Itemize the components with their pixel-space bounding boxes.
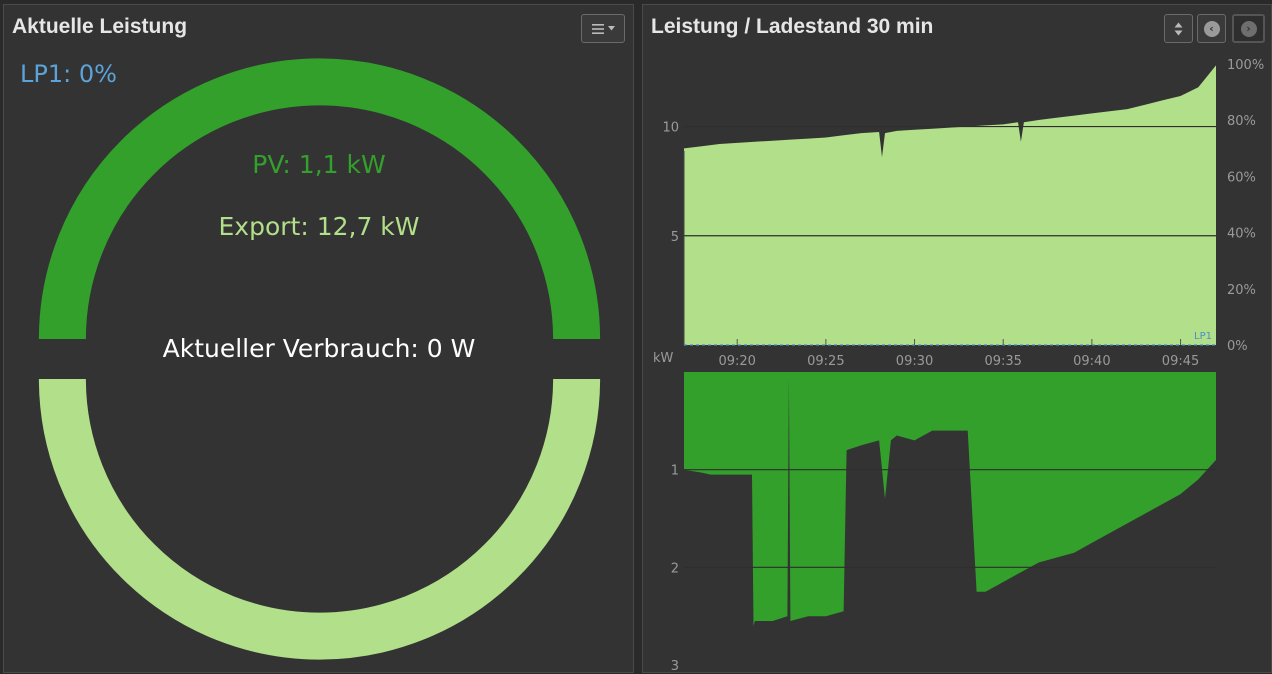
right-y-tick-label: 40% [1227, 227, 1256, 242]
top-y-tick-label: 10 [662, 121, 679, 136]
right-y-tick-label: 100% [1227, 58, 1264, 73]
export-label: Export: 12,7 kW [218, 212, 419, 241]
x-tick-label: 09:30 [896, 354, 933, 369]
consumption-label: Aktueller Verbrauch: 0 W [163, 334, 476, 363]
x-tick-label: 09:45 [1162, 354, 1199, 369]
pv-arc [38, 58, 601, 340]
bottom-y-tick-label: 3 [671, 659, 679, 674]
bottom-y-tick-label: 2 [671, 561, 679, 576]
history-chart: 10 5 LP1 100% 80% 60% 40% 20% 0% 09:20 09:25 09:30 0… [653, 58, 1264, 674]
y-unit-label: kW [653, 351, 674, 366]
top-area-series [684, 65, 1216, 346]
right-y-tick-label: 0% [1227, 339, 1248, 354]
right-y-tick-label: 80% [1227, 114, 1256, 129]
history-chart-panel: Leistung / Ladestand 30 min ‹ › 10 5 LP1 10… [642, 4, 1272, 674]
right-y-tick-label: 60% [1227, 170, 1256, 185]
x-tick-label: 09:35 [984, 354, 1021, 369]
bottom-area-series [684, 372, 1216, 626]
lp-series-label: LP1 [1194, 331, 1212, 342]
top-y-tick-label: 5 [671, 230, 679, 245]
pv-label: PV: 1,1 kW [252, 150, 385, 179]
export-arc [38, 378, 601, 660]
gauge-svg: LP1: 0% PV: 1,1 kW Export: 12,7 kW Aktue… [20, 58, 601, 660]
power-gauge-panel: Aktuelle Leistung LP1: 0% PV: 1,1 kW Exp… [3, 4, 634, 673]
x-tick-label: 09:25 [807, 354, 844, 369]
bottom-y-tick-label: 1 [671, 464, 679, 479]
x-tick-label: 09:20 [718, 354, 755, 369]
x-tick-label: 09:40 [1073, 354, 1110, 369]
right-y-tick-label: 20% [1227, 283, 1256, 298]
lp-label: LP1: 0% [20, 60, 117, 88]
